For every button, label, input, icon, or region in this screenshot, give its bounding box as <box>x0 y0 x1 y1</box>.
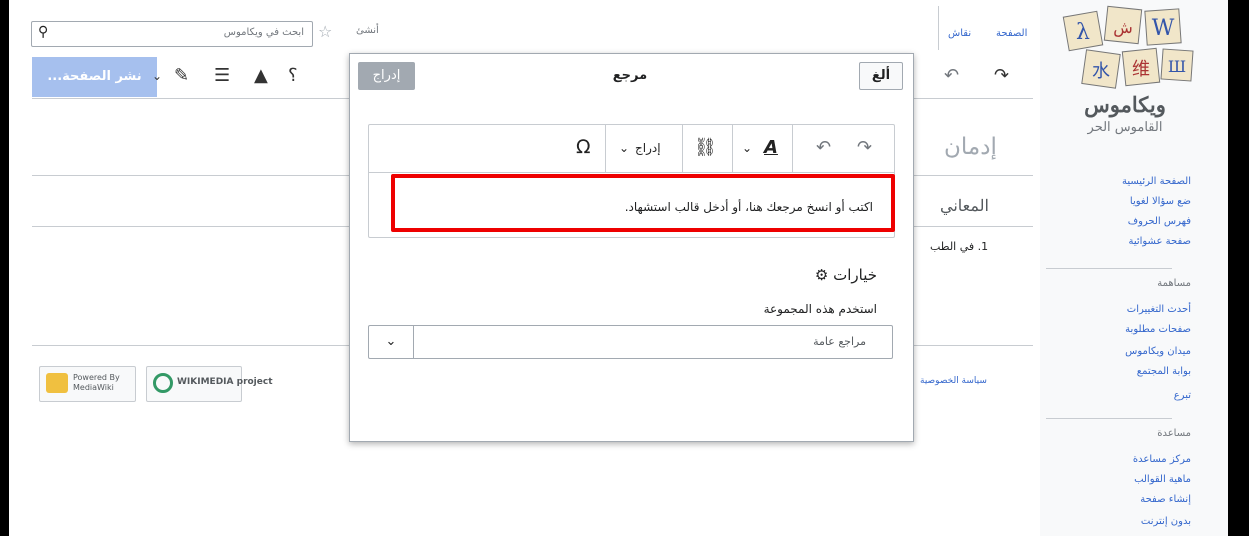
svg-text:λ: λ <box>1076 20 1090 45</box>
insert-menu-chevron-icon[interactable]: ⌄ <box>619 141 629 155</box>
logo-subtitle: القاموس الحر <box>1087 120 1163 135</box>
warning-icon[interactable]: ▲ <box>254 65 268 86</box>
toolbar-separator <box>682 125 683 172</box>
sidebar-divider <box>1046 268 1172 269</box>
reference-editor-toolbar: Ω ⌄ إدراج ⛓ ⌄ A ↶ ↷ <box>369 125 894 173</box>
wikimedia-logo-icon <box>153 373 173 393</box>
footer-privacy-link[interactable]: سياسة الخصوصية <box>920 376 987 386</box>
pencil-icon[interactable]: ✎ <box>174 65 189 86</box>
edit-mode-chevron-icon[interactable]: ⌄ <box>152 69 162 83</box>
page-title: إدمان <box>944 134 997 160</box>
sidebar-item-letters-index[interactable]: فهرس الحروف <box>1128 216 1191 227</box>
wikimedia-badge[interactable]: WIKIMEDIA project <box>146 366 273 402</box>
reference-dialog: إدراج مرجع ألغ Ω ⌄ إدراج ⛓ ⌄ A ↶ ↷ اكتب … <box>349 53 914 442</box>
sidebar-item-wanted-pages[interactable]: صفحات مطلوبة <box>1125 324 1191 335</box>
site-logo[interactable]: λ ش W 水 维Ш <box>1062 4 1197 100</box>
screen-edge-left <box>0 0 9 536</box>
undo-icon[interactable]: ↶ <box>944 65 959 86</box>
sidebar-item-recent-changes[interactable]: أحدث التغييرات <box>1127 304 1191 315</box>
sidebar-item-village-pump[interactable]: ميدان ويكاموس <box>1125 346 1191 357</box>
toolbar-separator <box>605 125 606 172</box>
insert-button[interactable]: إدراج <box>358 62 415 90</box>
mediawiki-logo-icon <box>46 373 68 393</box>
definition-item[interactable]: 1. في الطب <box>930 240 988 253</box>
search-input[interactable]: ابحث في ويكاموس <box>224 27 304 38</box>
options-heading: خيارات ⚙ <box>815 266 877 284</box>
reference-group-select[interactable]: ⌄ مراجع عامة <box>368 325 893 359</box>
svg-text:水: 水 <box>1092 61 1110 82</box>
wikimedia-badge-text: WIKIMEDIA project <box>177 377 273 387</box>
sidebar-item-offline[interactable]: بدون إنترنت <box>1141 516 1191 527</box>
chevron-down-icon[interactable]: ⌄ <box>369 326 414 358</box>
svg-text:Ш: Ш <box>1168 57 1186 76</box>
toolbar-separator <box>732 125 733 172</box>
cancel-button[interactable]: ألغ <box>859 62 903 90</box>
options-label: خيارات <box>833 266 877 284</box>
redo-icon[interactable]: ↷ <box>994 65 1009 86</box>
sidebar-item-main-page[interactable]: الصفحة الرئيسية <box>1122 176 1191 187</box>
svg-text:W: W <box>1152 16 1175 41</box>
reference-group-value: مراجع عامة <box>813 335 866 348</box>
sidebar-item-donate[interactable]: تبرع <box>1174 390 1191 401</box>
screen-edge-right <box>1228 0 1249 536</box>
svg-text:维: 维 <box>1132 59 1150 80</box>
logo-title: ويكاموس <box>1084 92 1166 117</box>
group-label: استخدم هذه المجموعة <box>763 302 877 316</box>
gear-icon: ⚙ <box>814 266 829 284</box>
search-box[interactable]: ⚲ ابحث في ويكاموس <box>31 21 313 47</box>
search-icon: ⚲ <box>38 24 49 40</box>
svg-text:ش: ش <box>1113 18 1133 37</box>
tab-page[interactable]: الصفحة <box>996 28 1027 39</box>
sidebar-heading-contribute: مساهمة <box>1157 278 1191 289</box>
special-character-icon[interactable]: Ω <box>576 136 591 158</box>
text-style-icon[interactable]: A <box>764 137 778 158</box>
tab-talk[interactable]: نقاش <box>948 28 971 39</box>
link-icon[interactable]: ⛓ <box>694 137 717 158</box>
section-heading-meanings: المعاني <box>940 196 989 215</box>
sidebar-item-help-center[interactable]: مركز مساعدة <box>1133 454 1191 465</box>
redo-icon[interactable]: ↷ <box>857 137 872 158</box>
sidebar-heading-help: مساعدة <box>1157 428 1191 439</box>
mediawiki-badge[interactable]: Powered By MediaWiki <box>39 366 136 402</box>
highlight-box <box>391 174 895 232</box>
publish-button[interactable]: نشر الصفحة... <box>32 57 157 97</box>
sidebar-item-ask-question[interactable]: ضع سؤالا لغويا <box>1130 196 1191 207</box>
tab-create[interactable]: أنشئ <box>356 25 379 36</box>
help-icon[interactable]: ؟ <box>288 65 298 86</box>
sidebar-item-random-page[interactable]: صفحة عشوائية <box>1128 236 1191 247</box>
sidebar-item-create-page[interactable]: إنشاء صفحة <box>1140 494 1191 505</box>
toolbar-separator <box>792 125 793 172</box>
menu-icon[interactable]: ☰ <box>214 65 230 86</box>
text-style-chevron-icon[interactable]: ⌄ <box>742 141 752 155</box>
mediawiki-badge-text: Powered By MediaWiki <box>73 373 120 392</box>
sidebar-item-templates[interactable]: ماهية القوالب <box>1134 474 1191 485</box>
undo-icon[interactable]: ↶ <box>816 137 831 158</box>
dialog-title: مرجع <box>612 68 648 83</box>
watch-star-icon[interactable]: ☆ <box>318 22 332 41</box>
sidebar-item-community-portal[interactable]: بوابة المجتمع <box>1137 366 1191 377</box>
insert-menu[interactable]: إدراج <box>635 141 661 155</box>
tab-divider <box>938 6 939 50</box>
sidebar-divider <box>1046 418 1172 419</box>
dialog-header: إدراج مرجع ألغ <box>350 54 913 98</box>
